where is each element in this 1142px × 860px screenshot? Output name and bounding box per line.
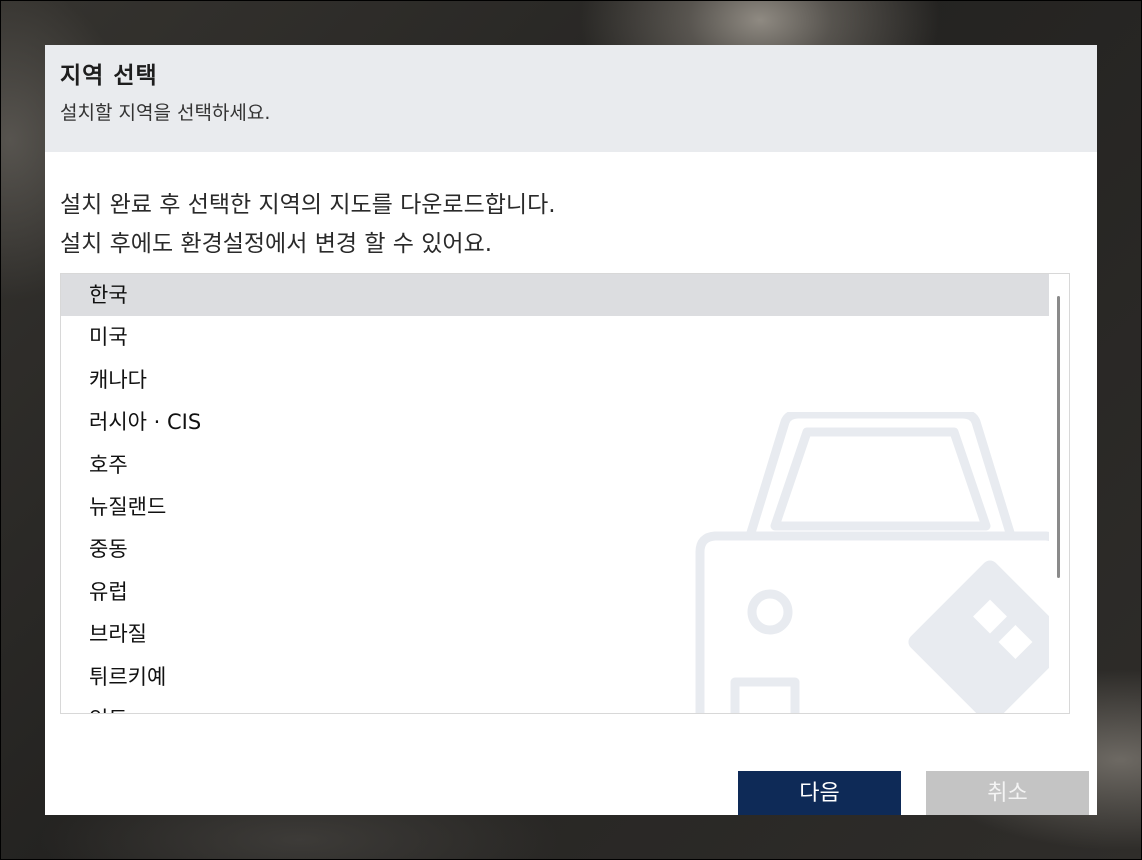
region-list[interactable]: 한국 미국 캐나다 러시아 · CIS 호주 뉴질랜드 중동 유럽 브라질 튀르… [60, 273, 1070, 714]
region-item-new-zealand[interactable]: 뉴질랜드 [61, 486, 1068, 528]
description-line: 설치 완료 후 선택한 지역의 지도를 다운로드합니다. [60, 192, 556, 218]
description-line: 설치 후에도 환경설정에서 변경 할 수 있어요. [60, 231, 493, 257]
list-scrollbar[interactable] [1049, 274, 1069, 713]
dialog-header: 지역 선택 설치할 지역을 선택하세요. [45, 45, 1097, 152]
next-button[interactable]: 다음 [738, 771, 901, 815]
region-item-russia-cis[interactable]: 러시아 · CIS [61, 401, 1068, 443]
region-item-australia[interactable]: 호주 [61, 444, 1068, 486]
region-item-europe[interactable]: 유럽 [61, 571, 1068, 613]
region-item-middle-east[interactable]: 중동 [61, 528, 1068, 570]
dialog-title: 지역 선택 [60, 63, 158, 89]
scrollbar-thumb[interactable] [1057, 296, 1060, 578]
dialog-description: 설치 완료 후 선택한 지역의 지도를 다운로드합니다. 설치 후에도 환경설정… [60, 186, 556, 264]
region-item-usa[interactable]: 미국 [61, 316, 1068, 358]
region-item-turkiye[interactable]: 튀르키예 [61, 656, 1068, 698]
cancel-button[interactable]: 취소 [926, 771, 1089, 815]
region-select-dialog: 지역 선택 설치할 지역을 선택하세요. 설치 완료 후 선택한 지역의 지도를… [45, 45, 1097, 815]
region-item-brazil[interactable]: 브라질 [61, 613, 1068, 655]
region-item-korea[interactable]: 한국 [61, 274, 1068, 317]
dialog-subtitle: 설치할 지역을 선택하세요. [60, 102, 271, 124]
region-item-canada[interactable]: 캐나다 [61, 359, 1068, 401]
region-item-india[interactable]: 인도 [61, 698, 1068, 713]
region-items: 한국 미국 캐나다 러시아 · CIS 호주 뉴질랜드 중동 유럽 브라질 튀르… [61, 274, 1068, 713]
